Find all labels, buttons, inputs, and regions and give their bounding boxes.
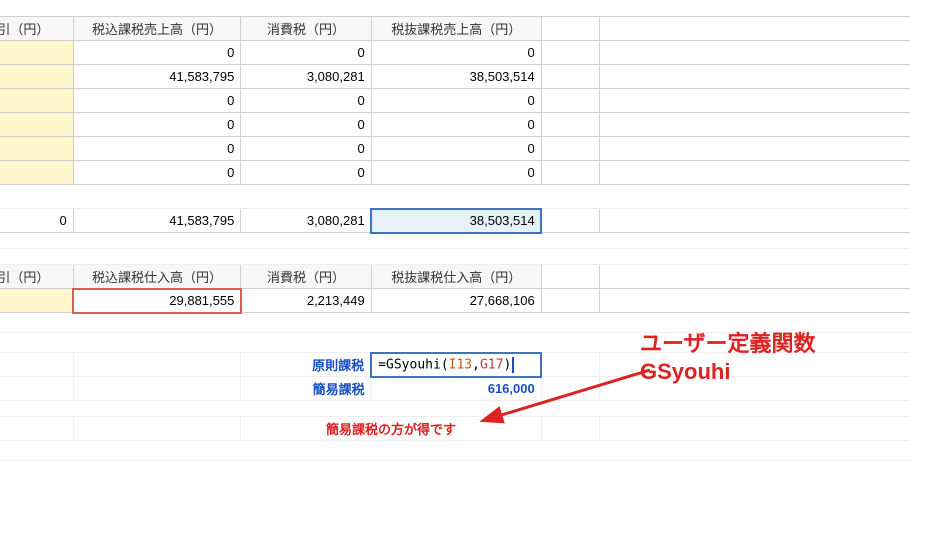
cell[interactable] <box>73 377 241 401</box>
col-header[interactable]: 取引（円） <box>0 265 73 289</box>
tip-message: 簡易課税の方が得です <box>241 417 541 441</box>
cell[interactable]: 3,080,281 <box>241 65 371 89</box>
col-header[interactable]: 税込課税仕入高（円） <box>73 265 241 289</box>
cell[interactable] <box>0 137 73 161</box>
cell[interactable] <box>541 377 599 401</box>
cell[interactable]: 0 <box>371 113 541 137</box>
formula-comma: , <box>472 357 480 372</box>
cell[interactable]: 0 <box>371 41 541 65</box>
cell[interactable] <box>0 185 73 209</box>
cell[interactable] <box>541 185 599 209</box>
cell[interactable] <box>541 353 599 377</box>
cell[interactable] <box>541 417 599 441</box>
kani-label: 簡易課税 <box>241 377 371 401</box>
kani-value[interactable]: 616,000 <box>371 377 541 401</box>
col-header[interactable]: 税込課税売上高（円） <box>73 17 241 41</box>
cell[interactable] <box>541 17 599 41</box>
formula-arg2: G17 <box>480 357 503 372</box>
annotation-line1: ユーザー定義関数 <box>640 330 816 358</box>
annotation-callout: ユーザー定義関数 GSyouhi <box>640 330 816 385</box>
total-cell[interactable]: 3,080,281 <box>241 209 371 233</box>
cell[interactable] <box>599 137 910 161</box>
cell[interactable] <box>541 113 599 137</box>
col-header[interactable]: 消費税（円） <box>241 265 371 289</box>
formula-eq: = <box>378 357 386 372</box>
cell[interactable] <box>541 41 599 65</box>
cell[interactable] <box>371 185 541 209</box>
cell[interactable] <box>0 233 910 249</box>
cell[interactable] <box>241 185 371 209</box>
cell[interactable] <box>599 113 910 137</box>
cell[interactable] <box>599 65 910 89</box>
formula-fn-name: GSyouhi <box>386 357 441 372</box>
cell[interactable] <box>0 441 910 461</box>
cell[interactable] <box>541 65 599 89</box>
total-cell-selected[interactable]: 38,503,514 <box>371 209 541 233</box>
cell[interactable]: 0 <box>73 89 241 113</box>
formula-paren-close: ) <box>503 357 511 372</box>
cell[interactable]: 27,668,106 <box>371 289 541 313</box>
cell[interactable]: 0 <box>371 137 541 161</box>
cell[interactable] <box>0 249 910 265</box>
cell[interactable] <box>599 209 910 233</box>
cell[interactable] <box>73 185 241 209</box>
cell[interactable] <box>0 89 73 113</box>
cell[interactable]: 0 <box>73 41 241 65</box>
cell[interactable] <box>0 161 73 185</box>
cell[interactable] <box>541 289 599 313</box>
formula-paren-open: ( <box>441 357 449 372</box>
cell[interactable] <box>599 289 910 313</box>
cell[interactable] <box>599 89 910 113</box>
cell[interactable] <box>541 209 599 233</box>
cell-ref-highlight[interactable]: 29,881,555 <box>73 289 241 313</box>
cell[interactable] <box>0 41 73 65</box>
total-cell[interactable]: 41,583,795 <box>73 209 241 233</box>
cell[interactable]: 38,503,514 <box>371 65 541 89</box>
cell[interactable]: 0 <box>241 41 371 65</box>
cell[interactable] <box>0 401 910 417</box>
text-cursor <box>512 357 514 373</box>
col-header[interactable]: 消費税（円） <box>241 17 371 41</box>
cell[interactable] <box>599 161 910 185</box>
col-header[interactable]: 取引（円） <box>0 17 73 41</box>
cell[interactable]: 0 <box>371 161 541 185</box>
cell[interactable] <box>0 289 73 313</box>
cell[interactable] <box>599 17 910 41</box>
cell[interactable] <box>0 377 73 401</box>
cell[interactable]: 0 <box>73 113 241 137</box>
cell[interactable] <box>0 65 73 89</box>
cell[interactable] <box>541 161 599 185</box>
total-cell[interactable]: 0 <box>0 209 73 233</box>
formula-editing-cell[interactable]: =GSyouhi(I13,G17) <box>371 353 541 377</box>
cell[interactable] <box>599 265 910 289</box>
annotation-line2: GSyouhi <box>640 358 816 386</box>
cell[interactable] <box>0 113 73 137</box>
cell[interactable] <box>541 137 599 161</box>
spreadsheet-grid[interactable]: 取引（円） 税込課税売上高（円） 消費税（円） 税抜課税売上高（円） 0 0 0… <box>0 16 910 461</box>
cell[interactable] <box>599 41 910 65</box>
cell[interactable] <box>0 353 73 377</box>
cell[interactable]: 41,583,795 <box>73 65 241 89</box>
cell[interactable] <box>73 417 241 441</box>
cell[interactable] <box>599 417 910 441</box>
cell[interactable]: 0 <box>241 113 371 137</box>
cell[interactable]: 0 <box>241 89 371 113</box>
cell[interactable]: 0 <box>241 137 371 161</box>
cell[interactable]: 0 <box>73 137 241 161</box>
cell[interactable] <box>0 417 73 441</box>
col-header[interactable]: 税抜課税仕入高（円） <box>371 265 541 289</box>
cell[interactable] <box>541 89 599 113</box>
formula-arg1: I13 <box>449 357 472 372</box>
cell[interactable]: 0 <box>371 89 541 113</box>
cell[interactable]: 0 <box>73 161 241 185</box>
col-header[interactable]: 税抜課税売上高（円） <box>371 17 541 41</box>
gensoku-label: 原則課税 <box>241 353 371 377</box>
cell[interactable] <box>541 265 599 289</box>
cell[interactable] <box>599 185 910 209</box>
cell[interactable]: 0 <box>241 161 371 185</box>
cell[interactable]: 2,213,449 <box>241 289 371 313</box>
cell[interactable] <box>73 353 241 377</box>
